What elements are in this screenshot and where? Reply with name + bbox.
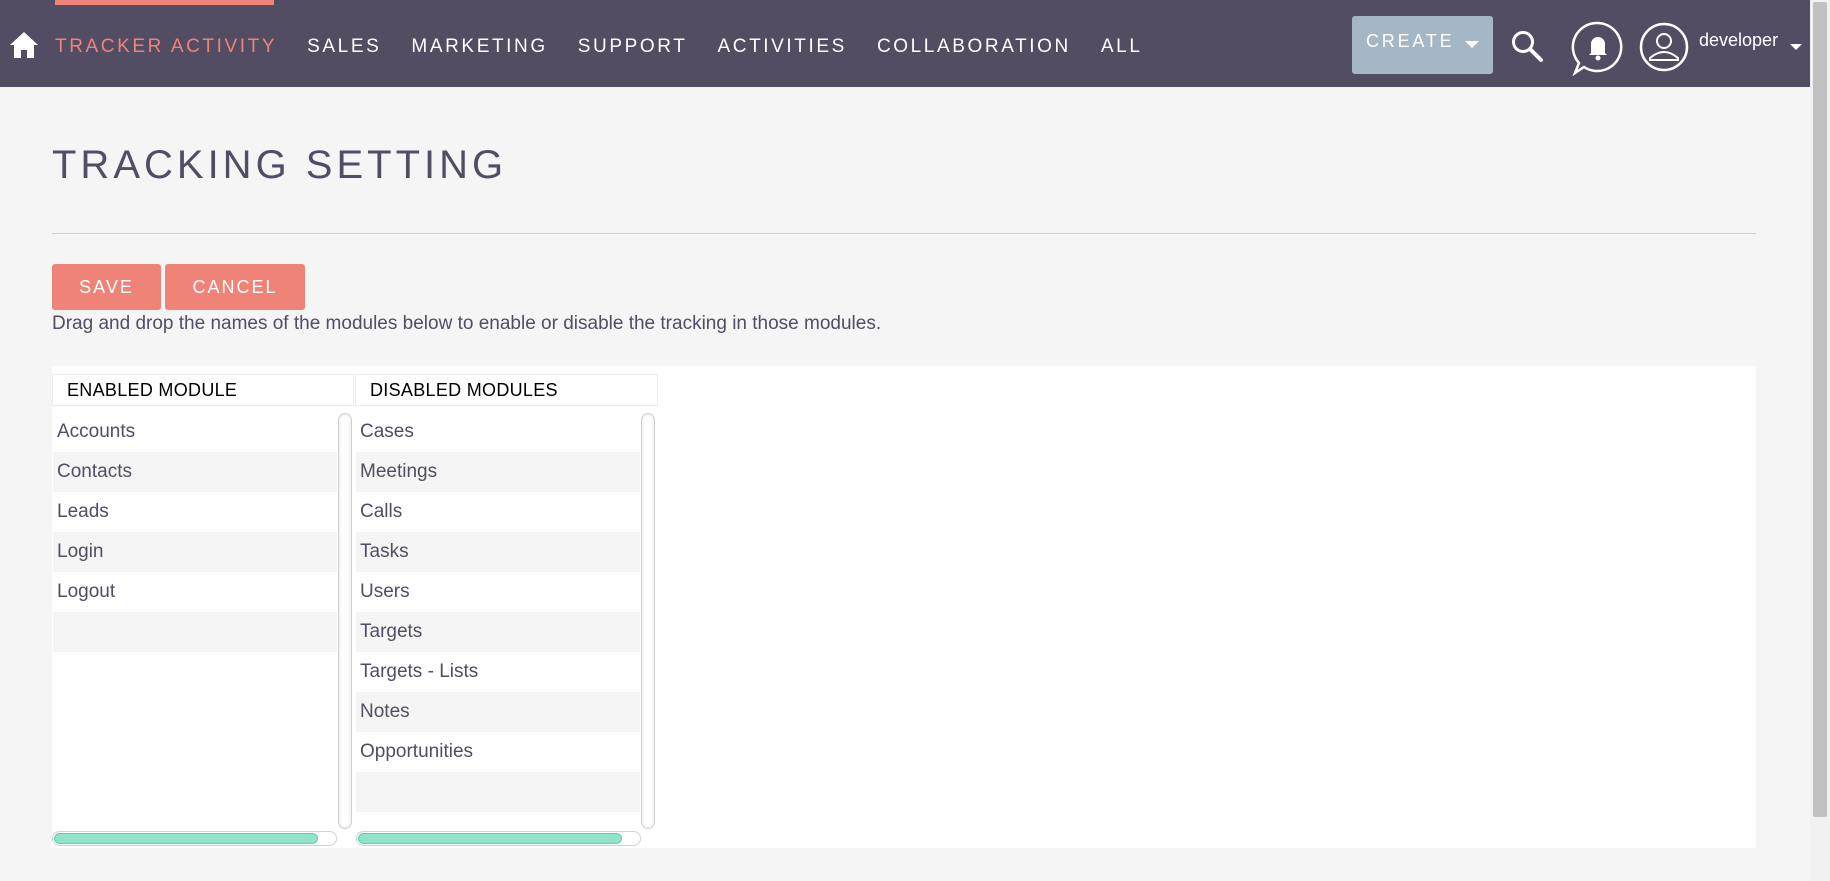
nav-item-all[interactable]: ALL bbox=[1101, 36, 1143, 58]
disabled-drop-placeholder[interactable] bbox=[356, 772, 640, 812]
enabled-module-item[interactable]: Leads bbox=[53, 492, 337, 532]
cancel-button[interactable]: CANCEL bbox=[165, 264, 305, 310]
chevron-down-icon[interactable] bbox=[1790, 44, 1802, 50]
disabled-module-item[interactable]: Notes bbox=[356, 692, 640, 732]
chevron-down-icon bbox=[1465, 41, 1479, 48]
user-icon[interactable] bbox=[1639, 22, 1689, 72]
active-tab-indicator bbox=[55, 0, 274, 5]
disabled-module-item[interactable]: Targets bbox=[356, 612, 640, 652]
page-title: TRACKING SETTING bbox=[52, 143, 508, 187]
disabled-module-item[interactable]: Calls bbox=[356, 492, 640, 532]
save-button[interactable]: SAVE bbox=[52, 264, 161, 310]
disabled-list-scroll-thumb[interactable] bbox=[358, 833, 622, 844]
enabled-list-scroll-thumb[interactable] bbox=[54, 833, 318, 844]
enabled-modules-list[interactable]: Accounts Contacts Leads Login Logout bbox=[53, 412, 337, 652]
home-icon[interactable] bbox=[9, 30, 39, 60]
create-button-label: CREATE bbox=[1366, 31, 1455, 51]
enabled-drop-placeholder[interactable] bbox=[53, 612, 337, 652]
disabled-module-item[interactable]: Tasks bbox=[356, 532, 640, 572]
disabled-list-horizontal-scrollbar[interactable] bbox=[356, 831, 641, 846]
disabled-module-item[interactable]: Users bbox=[356, 572, 640, 612]
nav-item-support[interactable]: SUPPORT bbox=[578, 36, 688, 58]
nav-menu: TRACKER ACTIVITY SALES MARKETING SUPPORT… bbox=[55, 36, 1172, 58]
bell-icon[interactable] bbox=[1571, 20, 1625, 76]
page-scrollbar-thumb[interactable] bbox=[1813, 2, 1827, 817]
disabled-modules-header: DISABLED MODULES bbox=[355, 374, 658, 406]
nav-item-activities[interactable]: ACTIVITIES bbox=[717, 36, 846, 58]
disabled-module-item[interactable]: Meetings bbox=[356, 452, 640, 492]
disabled-list-vertical-scrollbar[interactable] bbox=[641, 413, 655, 829]
disabled-module-item[interactable]: Opportunities bbox=[356, 732, 640, 772]
enabled-module-item[interactable]: Login bbox=[53, 532, 337, 572]
divider bbox=[52, 233, 1756, 234]
page-scrollbar[interactable] bbox=[1810, 0, 1830, 881]
enabled-module-item[interactable]: Logout bbox=[53, 572, 337, 612]
enabled-list-vertical-scrollbar[interactable] bbox=[338, 413, 352, 829]
instructions-text: Drag and drop the names of the modules b… bbox=[52, 313, 882, 334]
top-navbar: TRACKER ACTIVITY SALES MARKETING SUPPORT… bbox=[0, 0, 1810, 87]
create-button[interactable]: CREATE bbox=[1352, 16, 1493, 74]
enabled-list-horizontal-scrollbar[interactable] bbox=[52, 831, 337, 846]
enabled-modules-header: ENABLED MODULE bbox=[52, 374, 354, 406]
enabled-module-item[interactable]: Contacts bbox=[53, 452, 337, 492]
user-menu[interactable]: developer bbox=[1699, 30, 1778, 51]
nav-item-tracker-activity[interactable]: TRACKER ACTIVITY bbox=[55, 36, 277, 58]
enabled-module-item[interactable]: Accounts bbox=[53, 412, 337, 452]
nav-item-collaboration[interactable]: COLLABORATION bbox=[877, 36, 1071, 58]
nav-item-marketing[interactable]: MARKETING bbox=[411, 36, 547, 58]
nav-item-sales[interactable]: SALES bbox=[307, 36, 381, 58]
disabled-modules-list[interactable]: Cases Meetings Calls Tasks Users Targets… bbox=[356, 412, 640, 812]
disabled-module-item[interactable]: Targets - Lists bbox=[356, 652, 640, 692]
disabled-module-item[interactable]: Cases bbox=[356, 412, 640, 452]
search-icon[interactable] bbox=[1510, 29, 1544, 63]
